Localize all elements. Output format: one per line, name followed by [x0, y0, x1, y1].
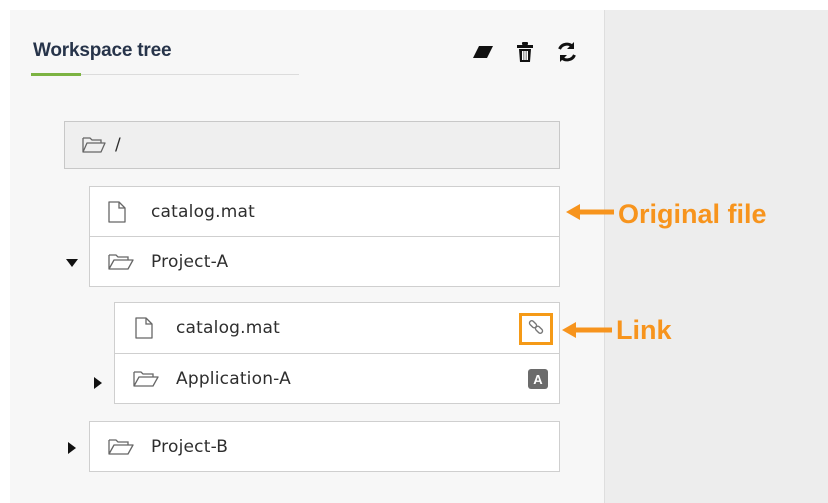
caret-right-icon[interactable] [92, 377, 104, 389]
detail-pane [604, 10, 828, 503]
tree-item-label: catalog.mat [176, 318, 281, 338]
tree-root[interactable]: / [64, 121, 560, 169]
annotation-link: Link [616, 315, 672, 345]
tree-item-catalog-link[interactable]: catalog.mat [114, 302, 560, 354]
tree-item-application-a[interactable]: Application-A [114, 353, 560, 404]
folder-open-icon [108, 438, 134, 456]
caret-right-icon[interactable] [66, 442, 78, 454]
folder-open-icon [133, 370, 159, 388]
application-badge: A [528, 369, 548, 389]
folder-open-icon [82, 136, 106, 154]
annotation-arrow-original [566, 204, 614, 220]
link-badge[interactable] [519, 313, 553, 345]
annotation-original-file: Original file [618, 199, 767, 229]
panel-title: Workspace tree [33, 40, 172, 61]
tree-item-project-a[interactable]: Project-A [89, 236, 560, 287]
tree-item-label: catalog.mat [151, 201, 256, 222]
tree-item-project-b[interactable]: Project-B [89, 421, 560, 472]
eraser-icon[interactable] [471, 40, 495, 64]
tree-item-label: Project-B [151, 436, 229, 457]
tree-item-label: Project-A [151, 251, 229, 272]
tree-root-label: / [115, 135, 121, 155]
link-icon [528, 319, 544, 340]
refresh-icon[interactable] [555, 40, 579, 64]
file-icon [108, 200, 126, 223]
folder-open-icon [108, 253, 134, 271]
trash-icon[interactable] [513, 40, 537, 64]
title-underline-accent [31, 73, 81, 76]
file-icon [135, 317, 153, 339]
caret-down-icon[interactable] [66, 257, 78, 269]
tree-item-label: Application-A [176, 368, 291, 389]
tree-item-catalog[interactable]: catalog.mat [89, 186, 560, 237]
annotation-arrow-link [562, 322, 612, 338]
